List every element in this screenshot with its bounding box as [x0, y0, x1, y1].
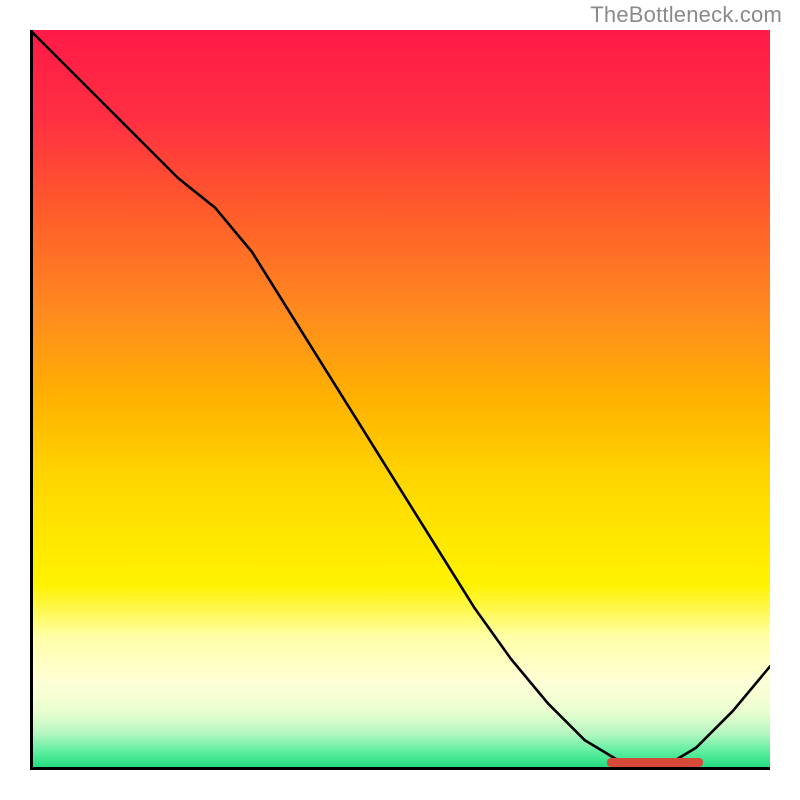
optimal-range-marker: [607, 758, 703, 767]
chart-line-layer: [30, 30, 770, 770]
attribution-text: TheBottleneck.com: [590, 2, 782, 28]
chart-area: [30, 30, 770, 770]
performance-curve: [30, 30, 770, 770]
